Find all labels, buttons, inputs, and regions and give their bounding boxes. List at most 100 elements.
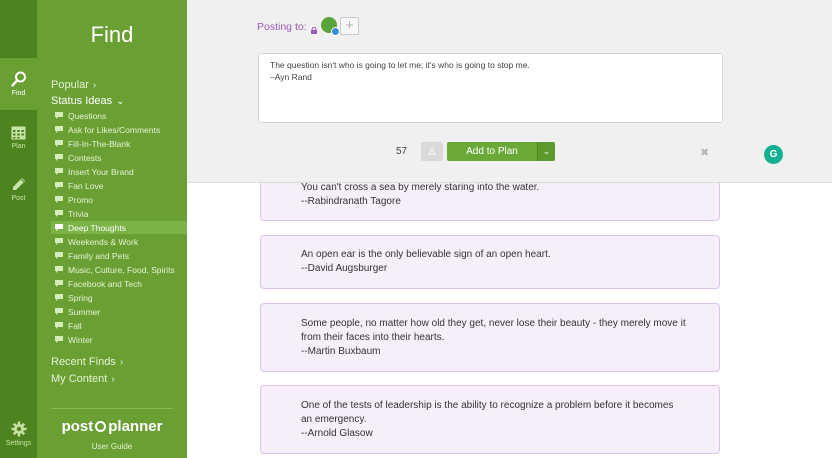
category-item[interactable]: Facebook and Tech bbox=[51, 277, 187, 290]
category-item[interactable]: Family and Pets bbox=[51, 249, 187, 262]
gear-icon bbox=[11, 421, 26, 437]
logo-pin-icon bbox=[95, 421, 107, 432]
chevron-right-icon: › bbox=[119, 357, 124, 368]
rail-item-plan[interactable]: Plan bbox=[0, 111, 37, 163]
rail-item-label: Plan bbox=[11, 142, 26, 150]
category-label: Fill-In-The-Blank bbox=[68, 138, 131, 149]
category-item[interactable]: Fill-In-The-Blank bbox=[51, 137, 187, 150]
rail-item-post[interactable]: Post bbox=[0, 163, 37, 215]
chevron-down-icon: ⌄ bbox=[116, 96, 125, 107]
category-label: Deep Thoughts bbox=[68, 222, 126, 233]
grammarly-icon[interactable]: G bbox=[764, 145, 783, 164]
category-item[interactable]: Ask for Likes/Comments bbox=[51, 123, 187, 136]
my-content-label: My Content bbox=[51, 373, 108, 385]
category-item[interactable]: Deep Thoughts bbox=[51, 221, 187, 234]
main-content: Posting to: + The question isn't who is … bbox=[187, 0, 832, 458]
category-label: Questions bbox=[68, 110, 107, 121]
chevron-right-icon: › bbox=[111, 374, 115, 385]
category-label: Family and Pets bbox=[68, 250, 129, 261]
speech-bubble-icon bbox=[55, 266, 63, 273]
speech-bubble-icon bbox=[55, 322, 63, 329]
rail-item-label: Find bbox=[11, 90, 26, 97]
category-label: Insert Your Brand bbox=[68, 166, 134, 177]
post-planner-logo: post planner bbox=[61, 418, 163, 435]
rail-item-label: Settings bbox=[5, 440, 32, 447]
status-ideas-label: Status Ideas bbox=[51, 95, 113, 107]
speech-bubble-icon bbox=[55, 196, 63, 203]
popular-label: Popular bbox=[51, 79, 89, 91]
quote-line: One of the tests of leadership is the ab… bbox=[301, 400, 674, 411]
speech-bubble-icon bbox=[55, 126, 63, 133]
quote-author: --Arnold Glasow bbox=[301, 428, 373, 439]
speech-bubble-icon bbox=[55, 182, 63, 189]
quote-line: an emergency. bbox=[301, 414, 367, 425]
my-content-link[interactable]: My Content › bbox=[51, 373, 115, 385]
posting-to-label: Posting to: bbox=[257, 21, 307, 33]
category-item[interactable]: Questions bbox=[51, 109, 187, 122]
twitter-badge-icon bbox=[331, 27, 340, 36]
user-guide-link[interactable]: User Guide bbox=[37, 442, 187, 451]
sidebar-divider bbox=[51, 408, 173, 409]
sidebar-title: Find bbox=[90, 22, 134, 47]
add-profile-button[interactable]: + bbox=[340, 17, 359, 35]
post-text-line: –Ayn Rand bbox=[270, 71, 312, 82]
category-label: Promo bbox=[68, 194, 94, 205]
find-sidebar: Find Popular › Status Ideas ⌄ Questions Ask… bbox=[37, 0, 187, 458]
speech-bubble-icon bbox=[55, 308, 63, 315]
category-label: Weekends & Work bbox=[68, 236, 139, 247]
category-label: Facebook and Tech bbox=[68, 278, 143, 289]
category-item[interactable]: Fall bbox=[51, 319, 187, 332]
status-ideas-link[interactable]: Status Ideas ⌄ bbox=[51, 95, 125, 107]
category-item[interactable]: Winter bbox=[51, 333, 187, 346]
speech-bubble-icon bbox=[55, 252, 63, 259]
pencil-icon bbox=[13, 177, 25, 190]
quote-author: --Rabindranath Tagore bbox=[301, 196, 401, 207]
category-label: Music, Culture, Food, Spirits bbox=[68, 264, 175, 275]
speech-bubble-icon bbox=[55, 294, 63, 301]
category-label: Fall bbox=[68, 320, 82, 331]
quote-card[interactable]: Some people, no matter how old they get,… bbox=[260, 303, 720, 372]
speech-bubble-icon bbox=[55, 210, 63, 217]
category-item[interactable]: Weekends & Work bbox=[51, 235, 187, 248]
category-label: Fan Love bbox=[68, 180, 104, 191]
quote-author: --Martin Buxbaum bbox=[301, 346, 381, 357]
category-label: Trivia bbox=[68, 208, 89, 219]
category-item[interactable]: Summer bbox=[51, 305, 187, 318]
category-item[interactable]: Contests bbox=[51, 151, 187, 164]
quote-card[interactable]: An open ear is the only believable sign … bbox=[260, 235, 720, 289]
category-item[interactable]: Music, Culture, Food, Spirits bbox=[51, 263, 187, 276]
quote-line: from their faces into their hearts. bbox=[301, 332, 445, 343]
speech-bubble-icon bbox=[55, 168, 63, 175]
category-label: Contests bbox=[68, 152, 102, 163]
popular-link[interactable]: Popular › bbox=[51, 79, 96, 91]
image-upload-button[interactable] bbox=[421, 142, 443, 161]
search-icon bbox=[10, 71, 26, 87]
close-icon[interactable]: ✖ bbox=[700, 146, 709, 159]
speech-bubble-icon bbox=[55, 140, 63, 147]
quote-card[interactable]: One of the tests of leadership is the ab… bbox=[260, 385, 720, 454]
add-to-plan-dropdown[interactable]: ⌄ bbox=[537, 142, 555, 161]
chevron-right-icon: › bbox=[92, 80, 97, 91]
quote-line: An open ear is the only believable sign … bbox=[301, 249, 551, 260]
speech-bubble-icon bbox=[55, 336, 63, 343]
category-item[interactable]: Promo bbox=[51, 193, 187, 206]
category-item[interactable]: Insert Your Brand bbox=[51, 165, 187, 178]
quote-author: --David Augsburger bbox=[301, 263, 388, 274]
category-item[interactable]: Trivia bbox=[51, 207, 187, 220]
calendar-icon bbox=[11, 126, 26, 139]
category-item[interactable]: Fan Love bbox=[51, 179, 187, 192]
category-label: Winter bbox=[68, 334, 93, 345]
category-item[interactable]: Spring bbox=[51, 291, 187, 304]
speech-bubble-icon bbox=[55, 112, 63, 119]
category-label: Spring bbox=[68, 292, 93, 303]
post-text-input[interactable]: The question isn't who is going to let m… bbox=[258, 53, 783, 164]
recent-finds-link[interactable]: Recent Finds › bbox=[51, 356, 123, 368]
rail-item-find[interactable]: Find bbox=[0, 58, 37, 110]
rail-item-label: Post bbox=[11, 194, 26, 202]
rail-item-settings[interactable]: Settings bbox=[0, 408, 37, 458]
quote-line: You can't cross a sea by merely staring … bbox=[301, 182, 540, 193]
speech-bubble-icon bbox=[55, 224, 63, 231]
recent-finds-label: Recent Finds bbox=[51, 356, 116, 368]
speech-bubble-icon bbox=[55, 154, 63, 161]
add-to-plan-button[interactable]: Add to Plan bbox=[447, 142, 537, 161]
